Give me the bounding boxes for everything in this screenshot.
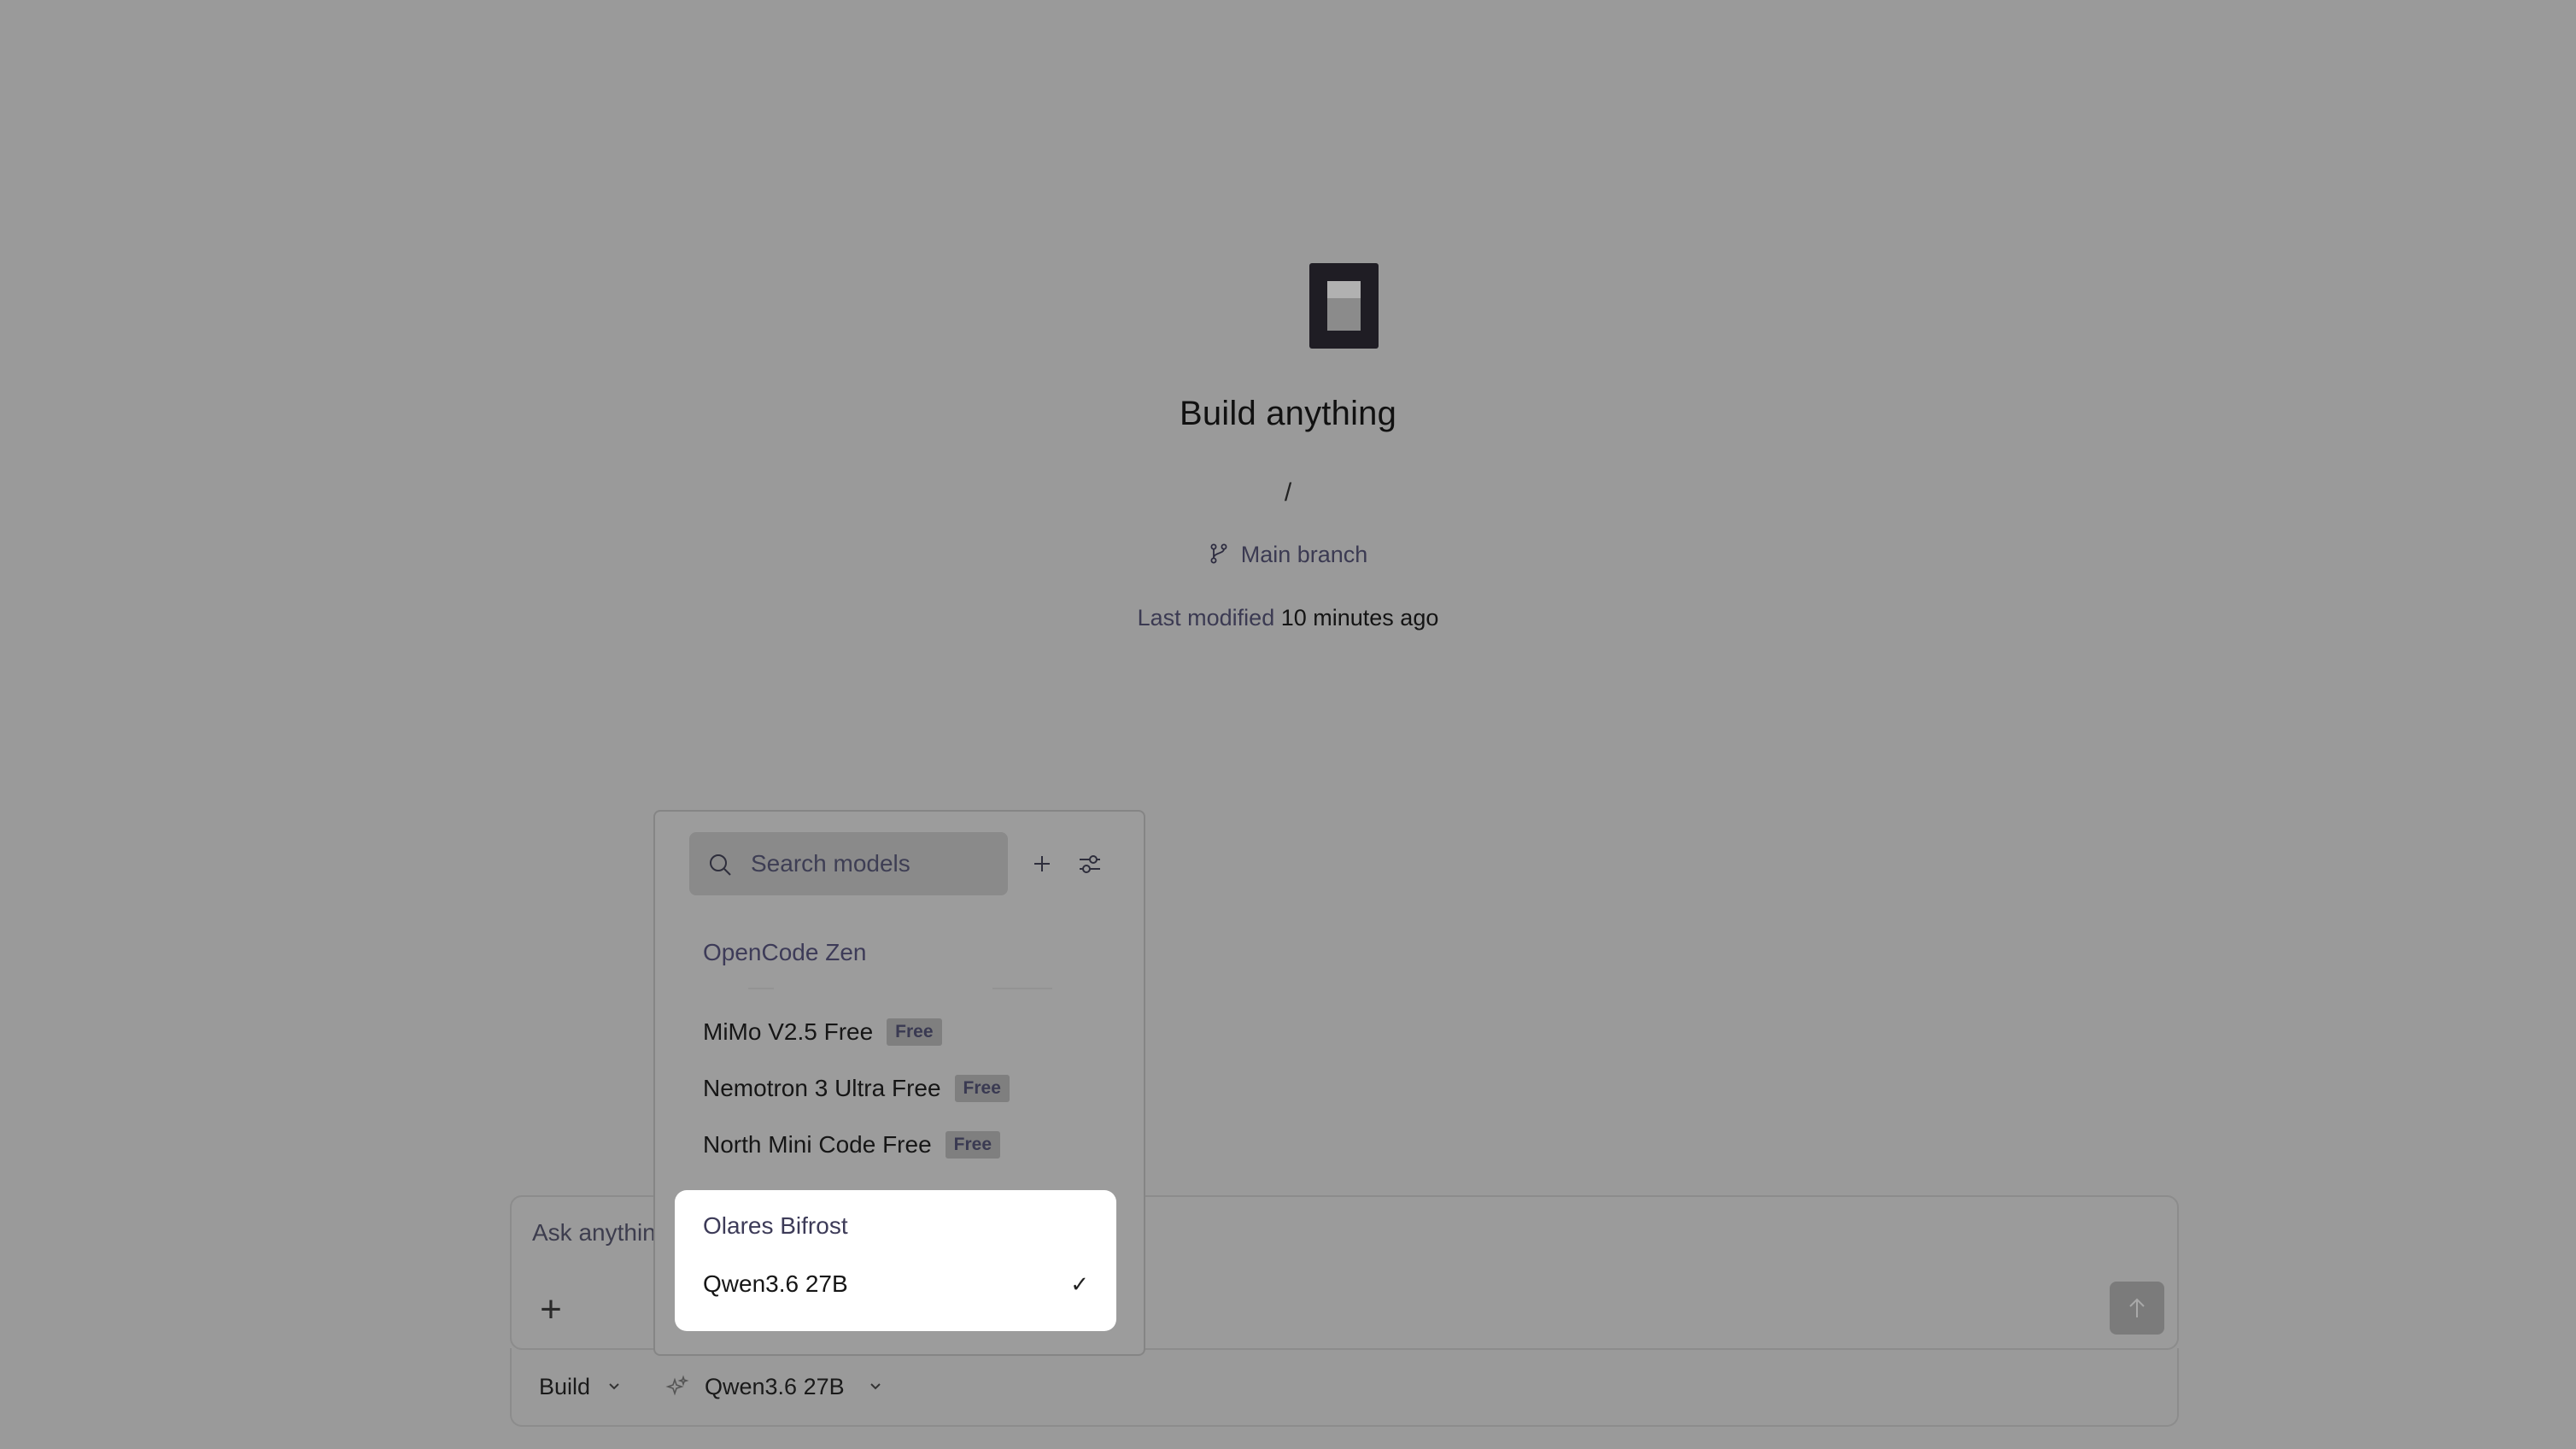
branch-name: Main branch (1240, 542, 1368, 567)
checkmark-icon: ✓ (1070, 1270, 1089, 1297)
mode-selector[interactable]: Build (539, 1348, 621, 1425)
search-models-input[interactable] (751, 832, 998, 895)
divider (992, 988, 1052, 989)
free-badge: Free (945, 1131, 1001, 1159)
project-logo (1309, 263, 1379, 349)
project-path: / (1284, 478, 1292, 507)
branch-info: Main branch (0, 542, 2576, 568)
selected-model-group: Olares Bifrost Qwen3.6 27B ✓ (675, 1190, 1116, 1331)
arrow-up-icon (2129, 1298, 2145, 1317)
git-branch-icon (1210, 543, 1227, 563)
sliders-icon (1080, 855, 1100, 873)
last-modified: Last modified 10 minutes ago (0, 605, 2576, 631)
mode-label: Build (539, 1373, 591, 1399)
chevron-down-icon (609, 1383, 619, 1390)
free-badge: Free (887, 1018, 942, 1046)
sparkle-icon (665, 1375, 689, 1396)
model-search[interactable] (689, 832, 1008, 895)
plus-icon (1034, 856, 1050, 871)
group-label-opencode-zen: OpenCode Zen (703, 939, 867, 965)
group-label-olares-bifrost: Olares Bifrost (703, 1212, 848, 1239)
chevron-down-icon (869, 1383, 881, 1390)
model-item-nemotron[interactable]: Nemotron 3 Ultra Free Free (703, 1075, 1010, 1102)
model-item-mimo[interactable]: MiMo V2.5 Free Free (703, 1018, 942, 1046)
model-name: Nemotron 3 Ultra Free (703, 1075, 941, 1101)
composer-toolbar: Build Qwen3.6 27B (510, 1348, 2179, 1427)
model-item-qwen[interactable]: Qwen3.6 27B ✓ (703, 1270, 1089, 1298)
divider (748, 988, 774, 989)
model-label: Qwen3.6 27B (705, 1373, 845, 1399)
model-item-north-mini[interactable]: North Mini Code Free Free (703, 1131, 1001, 1159)
send-button[interactable] (2110, 1282, 2164, 1335)
search-icon (710, 854, 731, 876)
model-name: Qwen3.6 27B (703, 1270, 848, 1297)
page-title: Build anything (1179, 395, 1397, 432)
model-settings-button[interactable] (1074, 848, 1106, 880)
last-modified-label: Last modified (1137, 605, 1275, 631)
add-model-button[interactable] (1026, 848, 1058, 880)
model-name: MiMo V2.5 Free (703, 1018, 874, 1045)
prompt-input[interactable]: Ask anythin (532, 1219, 656, 1247)
last-modified-value: 10 minutes ago (1280, 605, 1439, 631)
attach-plus-icon[interactable]: + (534, 1291, 568, 1329)
model-name: North Mini Code Free (703, 1131, 932, 1158)
model-selector[interactable]: Qwen3.6 27B (665, 1348, 882, 1425)
free-badge: Free (954, 1075, 1010, 1102)
